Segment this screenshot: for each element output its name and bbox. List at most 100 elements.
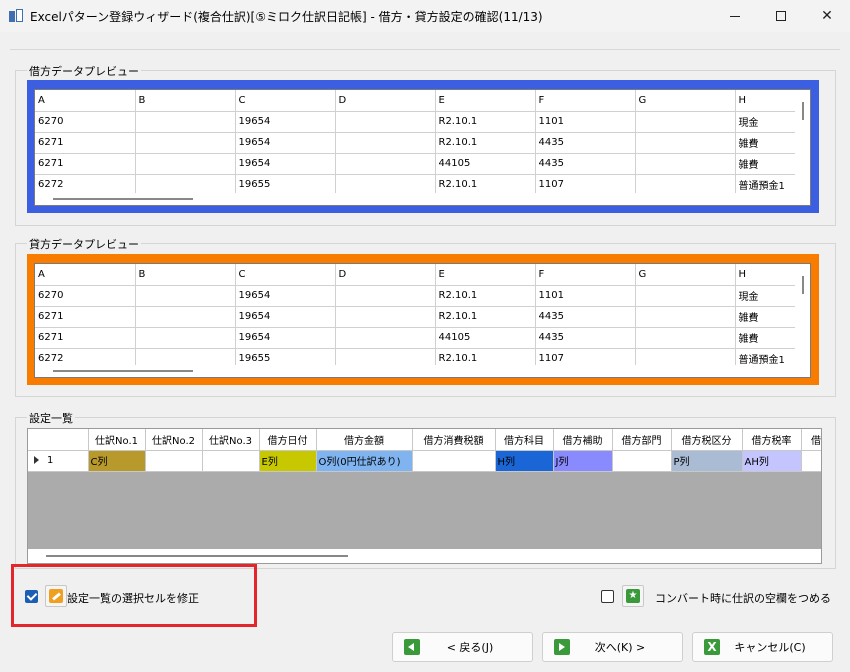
setting-cell[interactable] [801,450,821,472]
table-cell[interactable]: 雑費 [735,153,798,175]
table-cell[interactable] [335,306,436,328]
table-row[interactable]: 6271 19654 44105 4435 雑費 [35,327,798,349]
table-cell[interactable] [135,153,236,175]
setting-cell[interactable]: P列 [671,450,743,472]
table-cell[interactable]: 雑費 [735,327,798,349]
credit-preview-grid[interactable]: A B C D E F G H 6270 19654 R2.10.1 1101 現金 6271 19654 R… [34,263,811,378]
edit-selected-icon-button[interactable] [45,585,67,607]
column-header[interactable]: B [135,264,236,286]
table-cell[interactable]: 雑費 [735,132,798,154]
table-row[interactable]: 6271 19654 R2.10.1 4435 雑費 [35,306,798,328]
minimize-button[interactable] [712,0,758,32]
table-cell[interactable] [135,174,236,196]
back-button[interactable]: < 戻る(J) [392,632,533,662]
table-cell[interactable] [135,285,236,307]
table-cell[interactable]: 普通預金1 [735,174,798,196]
table-cell[interactable] [335,111,436,133]
column-header[interactable]: 借方日付 [259,429,317,451]
column-header[interactable]: F [535,90,636,112]
cancel-button[interactable]: X キャンセル(C) [692,632,833,662]
setting-cell[interactable]: E列 [259,450,317,472]
table-cell[interactable]: 19654 [235,306,336,328]
table-cell[interactable]: 19655 [235,174,336,196]
table-row[interactable]: 6271 19654 R2.10.1 4435 雑費 [35,132,798,154]
column-header[interactable]: 借方補助 [553,429,613,451]
column-header[interactable]: 借方部門 [612,429,672,451]
table-cell[interactable]: 現金 [735,111,798,133]
table-cell[interactable]: 6271 [35,306,136,328]
settings-horizontal-scrollbar[interactable] [28,549,821,563]
table-cell[interactable] [335,327,436,349]
scroll-thumb[interactable] [53,198,193,200]
table-cell[interactable] [635,285,736,307]
compress-blank-label[interactable]: コンバート時に仕訳の空欄をつめる [655,590,831,606]
column-header[interactable]: 借方科目 [495,429,554,451]
table-row[interactable]: 6270 19654 R2.10.1 1101 現金 [35,285,798,307]
table-cell[interactable]: 6271 [35,132,136,154]
table-cell[interactable]: 19654 [235,153,336,175]
column-header[interactable]: 仕訳No.3 [202,429,260,451]
table-cell[interactable]: 現金 [735,285,798,307]
credit-vertical-scrollbar[interactable] [795,264,810,377]
table-cell[interactable] [135,306,236,328]
column-header[interactable]: 借方税率 [742,429,802,451]
table-cell[interactable]: 6271 [35,327,136,349]
column-header[interactable]: D [335,264,436,286]
column-header[interactable] [28,429,89,451]
table-cell[interactable]: R2.10.1 [435,285,536,307]
table-cell[interactable]: 4435 [535,153,636,175]
debit-horizontal-scrollbar[interactable] [35,193,810,205]
table-cell[interactable]: 4435 [535,306,636,328]
table-cell[interactable]: R2.10.1 [435,111,536,133]
table-cell[interactable]: 6270 [35,285,136,307]
row-header[interactable]: 1 [28,450,89,472]
table-cell[interactable]: 雑費 [735,306,798,328]
table-cell[interactable] [335,285,436,307]
column-header[interactable]: B [135,90,236,112]
table-cell[interactable] [335,132,436,154]
column-header[interactable]: C [235,90,336,112]
table-cell[interactable] [635,132,736,154]
scroll-thumb[interactable] [46,555,348,557]
column-header[interactable]: 仕訳No.2 [145,429,203,451]
edit-selected-checkbox[interactable] [25,590,38,603]
table-cell[interactable]: R2.10.1 [435,132,536,154]
setting-cell[interactable]: C列 [88,450,146,472]
column-header[interactable]: A [35,90,136,112]
table-cell[interactable] [135,111,236,133]
setting-cell[interactable]: H列 [495,450,554,472]
column-header[interactable]: E [435,90,536,112]
debit-preview-grid[interactable]: A B C D E F G H 6270 19654 R2.10.1 1101 現金 6271 19654 R… [34,89,811,206]
compress-blank-icon-button[interactable]: ★ [622,585,644,607]
table-cell[interactable]: 44105 [435,327,536,349]
setting-cell[interactable] [612,450,672,472]
debit-vertical-scrollbar[interactable] [795,90,810,205]
scroll-thumb[interactable] [802,102,804,120]
compress-blank-checkbox[interactable] [601,590,614,603]
table-cell[interactable]: 1101 [535,111,636,133]
column-header[interactable]: H [735,90,798,112]
edit-selected-label[interactable]: 設定一覧の選択セルを修正 [67,590,199,606]
setting-cell[interactable]: J列 [553,450,613,472]
table-cell[interactable]: 4435 [535,327,636,349]
table-cell[interactable]: R2.10.1 [435,306,536,328]
setting-cell[interactable] [202,450,260,472]
scroll-thumb[interactable] [53,370,193,372]
table-row[interactable]: 6271 19654 44105 4435 雑費 [35,153,798,175]
setting-cell[interactable] [412,450,496,472]
table-cell[interactable] [635,174,736,196]
scroll-thumb[interactable] [802,276,804,294]
table-row[interactable]: 6272 19655 R2.10.1 1107 普通預金1 [35,174,798,196]
column-header[interactable]: 借方金額 [316,429,413,451]
table-cell[interactable]: 1101 [535,285,636,307]
next-button[interactable]: 次へ(K) > [542,632,683,662]
setting-cell[interactable]: O列(0円仕訳あり) [316,450,413,472]
settings-grid[interactable]: 仕訳No.1 仕訳No.2 仕訳No.3 借方日付 借方金額 借方消費税額 借方科目 借方補助… [27,428,822,564]
table-cell[interactable]: 1107 [535,174,636,196]
column-header[interactable]: G [635,264,736,286]
table-cell[interactable] [635,111,736,133]
column-header[interactable]: 借 [801,429,821,451]
table-cell[interactable] [635,306,736,328]
table-cell[interactable]: 19654 [235,132,336,154]
column-header[interactable]: C [235,264,336,286]
